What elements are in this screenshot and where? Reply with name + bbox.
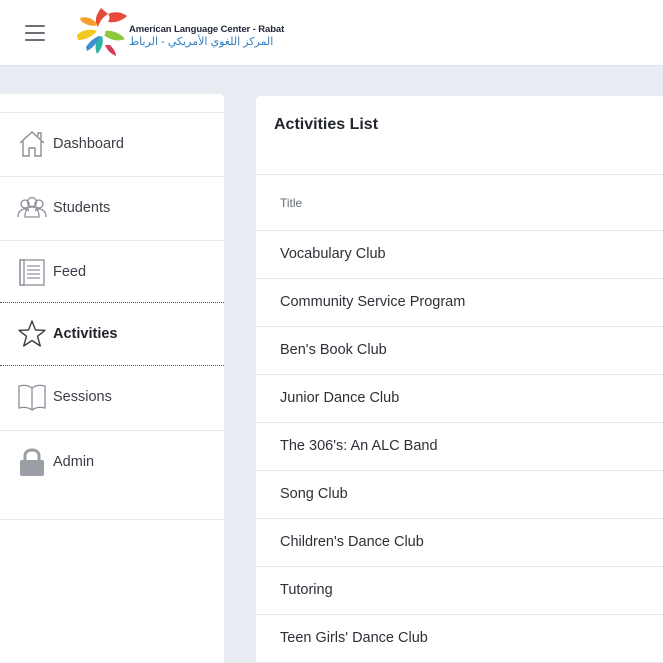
logo-text-ar: المركز اللغوي الأمريكي - الرباط — [129, 36, 274, 48]
row-title: Ben's Book Club — [280, 342, 387, 358]
sidebar-item-dashboard[interactable]: Dashboard — [0, 112, 224, 176]
row-title: Teen Girls' Dance Club — [280, 630, 428, 646]
lock-icon — [20, 448, 44, 476]
logo-text-en: American Language Center - Rabat — [129, 24, 285, 35]
sidebar-item-students[interactable]: Students — [0, 176, 224, 240]
sidebar-item-label: Students — [53, 200, 111, 216]
row-title: Community Service Program — [280, 294, 466, 310]
table-row[interactable]: The 306's: An ALC Band — [256, 423, 663, 471]
sidebar-item-label: Activities — [53, 326, 118, 342]
table-row[interactable]: Ben's Book Club — [256, 327, 663, 375]
row-title: Junior Dance Club — [280, 390, 400, 406]
star-icon — [18, 320, 46, 347]
row-title: Vocabulary Club — [280, 246, 386, 262]
hamburger-icon[interactable] — [25, 25, 45, 41]
table-row[interactable]: Junior Dance Club — [256, 375, 663, 423]
row-title: Tutoring — [280, 582, 333, 598]
logo[interactable]: American Language Center - Rabat المركز … — [72, 5, 285, 57]
sidebar-item-sessions[interactable]: Sessions — [0, 366, 224, 430]
table-row[interactable]: Community Service Program — [256, 279, 663, 327]
page-title: Activities List — [274, 116, 379, 133]
table-row[interactable]: Tutoring — [256, 567, 663, 615]
sidebar-item-feed[interactable]: Feed — [0, 240, 224, 304]
house-icon — [19, 131, 45, 157]
table-row[interactable]: Teen Girls' Dance Club — [256, 615, 663, 663]
sidebar-item-label: Sessions — [53, 389, 112, 405]
table-header: Title — [256, 174, 663, 231]
sidebar-item-activities[interactable]: Activities — [0, 302, 224, 366]
document-icon — [19, 259, 45, 286]
book-icon — [18, 384, 46, 412]
activities-card: Activities List Title Vocabulary Club Co… — [256, 96, 663, 663]
top-bar: American Language Center - Rabat المركز … — [0, 0, 663, 66]
table-row[interactable]: Children's Dance Club — [256, 519, 663, 567]
sidebar-item-label: Dashboard — [53, 136, 124, 152]
row-title: The 306's: An ALC Band — [280, 438, 438, 454]
table-row[interactable]: Vocabulary Club — [256, 231, 663, 279]
star-logo-icon — [77, 8, 127, 56]
table-row[interactable]: Song Club — [256, 471, 663, 519]
sidebar-item-admin[interactable]: Admin — [0, 430, 224, 520]
sidebar-item-label: Feed — [53, 264, 87, 280]
column-header-title[interactable]: Title — [280, 196, 302, 210]
row-title: Children's Dance Club — [280, 534, 424, 550]
sidebar-item-label: Admin — [53, 454, 95, 470]
row-title: Song Club — [280, 486, 348, 502]
sidebar: Dashboard Students Feed Activities Sessi… — [0, 94, 224, 663]
people-icon — [17, 196, 47, 218]
